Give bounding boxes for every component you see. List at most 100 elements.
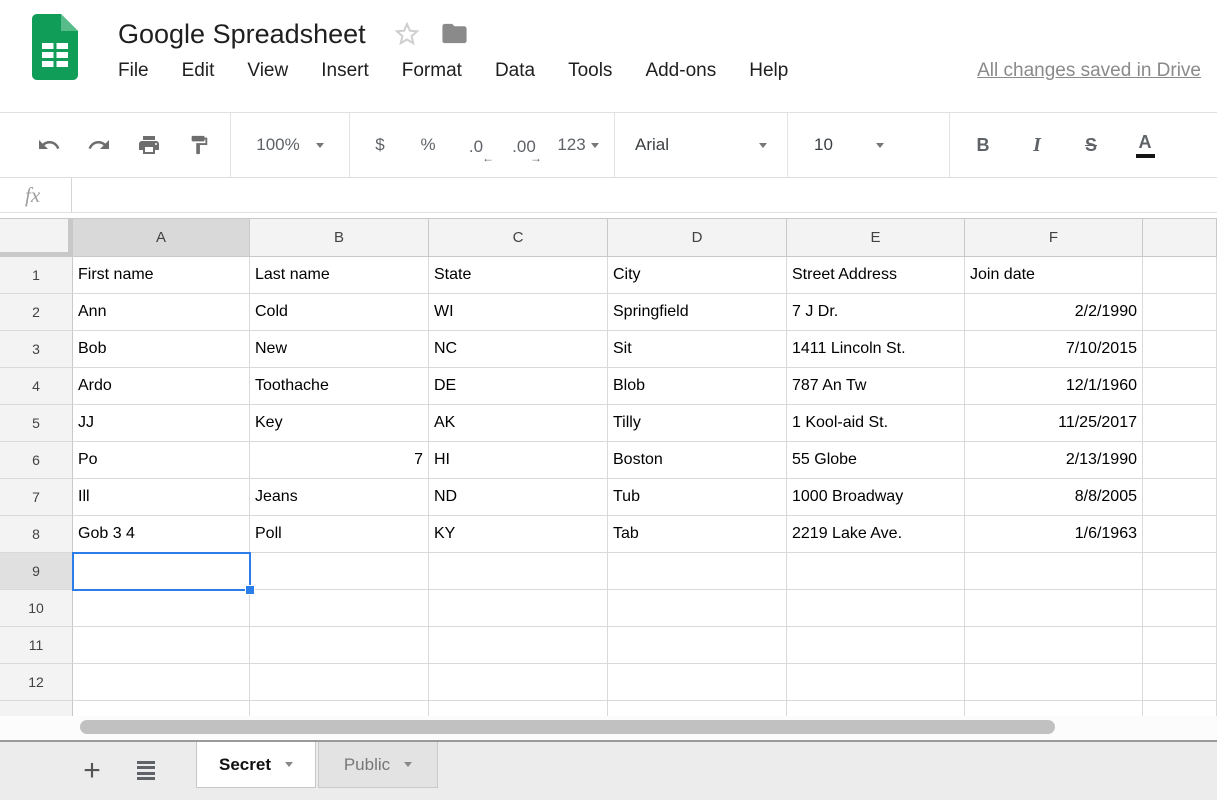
- cell-partial[interactable]: [608, 701, 787, 716]
- cell-e4[interactable]: 787 An Tw: [787, 368, 965, 405]
- font-size-select[interactable]: 10: [794, 123, 904, 167]
- horizontal-scrollbar-thumb[interactable]: [80, 720, 1055, 734]
- cell-f10[interactable]: [965, 590, 1143, 627]
- cell-c7[interactable]: ND: [429, 479, 608, 516]
- cell-c1[interactable]: State: [429, 257, 608, 294]
- cell-e12[interactable]: [787, 664, 965, 701]
- cell-d4[interactable]: Blob: [608, 368, 787, 405]
- all-sheets-button[interactable]: [126, 758, 166, 783]
- cell-c6[interactable]: HI: [429, 442, 608, 479]
- menu-item-add-ons[interactable]: Add-ons: [645, 60, 716, 82]
- cell-f8[interactable]: 1/6/1963: [965, 516, 1143, 553]
- sheet-tab-public[interactable]: Public: [318, 742, 438, 788]
- cell-b12[interactable]: [250, 664, 429, 701]
- redo-button[interactable]: [74, 123, 124, 167]
- cell-c9[interactable]: [429, 553, 608, 590]
- increase-decimals-button[interactable]: .00 →: [500, 123, 548, 167]
- menu-item-tools[interactable]: Tools: [568, 60, 612, 82]
- cell-d1[interactable]: City: [608, 257, 787, 294]
- cell-b7[interactable]: Jeans: [250, 479, 429, 516]
- cell-d7[interactable]: Tub: [608, 479, 787, 516]
- format-percent-button[interactable]: %: [404, 123, 452, 167]
- cell-d11[interactable]: [608, 627, 787, 664]
- column-header-a[interactable]: A: [73, 219, 250, 257]
- cell-f12[interactable]: [965, 664, 1143, 701]
- cell-a1[interactable]: First name: [73, 257, 250, 294]
- decrease-decimals-button[interactable]: .0 ←: [452, 123, 500, 167]
- text-color-button[interactable]: A: [1118, 123, 1172, 167]
- cell-d9[interactable]: [608, 553, 787, 590]
- cell-e5[interactable]: 1 Kool-aid St.: [787, 405, 965, 442]
- undo-button[interactable]: [24, 123, 74, 167]
- menu-item-help[interactable]: Help: [749, 60, 788, 82]
- menu-item-edit[interactable]: Edit: [182, 60, 215, 82]
- chevron-down-icon[interactable]: [404, 762, 412, 767]
- cell-a8[interactable]: Gob 3 4: [73, 516, 250, 553]
- cell-a12[interactable]: [73, 664, 250, 701]
- column-header-e[interactable]: E: [787, 219, 965, 257]
- strikethrough-button[interactable]: S: [1064, 123, 1118, 167]
- cell-a7[interactable]: Ill: [73, 479, 250, 516]
- italic-button[interactable]: I: [1010, 123, 1064, 167]
- cell-d2[interactable]: Springfield: [608, 294, 787, 331]
- row-header-6[interactable]: 6: [0, 442, 73, 479]
- cell-b10[interactable]: [250, 590, 429, 627]
- cell-f7[interactable]: 8/8/2005: [965, 479, 1143, 516]
- cell-b4[interactable]: Toothache: [250, 368, 429, 405]
- menu-item-data[interactable]: Data: [495, 60, 535, 82]
- cell-a5[interactable]: JJ: [73, 405, 250, 442]
- cell-f5[interactable]: 11/25/2017: [965, 405, 1143, 442]
- cell-a4[interactable]: Ardo: [73, 368, 250, 405]
- cell-a6[interactable]: Po: [73, 442, 250, 479]
- row-header-9[interactable]: 9: [0, 553, 73, 590]
- cell-f4[interactable]: 12/1/1960: [965, 368, 1143, 405]
- cell-c8[interactable]: KY: [429, 516, 608, 553]
- formula-input[interactable]: [72, 178, 1217, 212]
- move-to-folder-button[interactable]: [440, 19, 469, 49]
- cell-d6[interactable]: Boston: [608, 442, 787, 479]
- cell-f11[interactable]: [965, 627, 1143, 664]
- row-header-11[interactable]: 11: [0, 627, 73, 664]
- paint-format-button[interactable]: [174, 123, 224, 167]
- row-header-3[interactable]: 3: [0, 331, 73, 368]
- cell-b8[interactable]: Poll: [250, 516, 429, 553]
- cell-f9[interactable]: [965, 553, 1143, 590]
- row-header-1[interactable]: 1: [0, 257, 73, 294]
- cell-f6[interactable]: 2/13/1990: [965, 442, 1143, 479]
- more-formats-button[interactable]: 123: [548, 123, 608, 167]
- menu-item-insert[interactable]: Insert: [321, 60, 369, 82]
- column-header-c[interactable]: C: [429, 219, 608, 257]
- zoom-select[interactable]: 100%: [237, 123, 343, 167]
- cell-b6[interactable]: 7: [250, 442, 429, 479]
- cell-a2[interactable]: Ann: [73, 294, 250, 331]
- cell-c4[interactable]: DE: [429, 368, 608, 405]
- cell-c2[interactable]: WI: [429, 294, 608, 331]
- cell-e10[interactable]: [787, 590, 965, 627]
- cell-d5[interactable]: Tilly: [608, 405, 787, 442]
- cell-c12[interactable]: [429, 664, 608, 701]
- cell-d12[interactable]: [608, 664, 787, 701]
- menu-item-format[interactable]: Format: [402, 60, 462, 82]
- cell-e11[interactable]: [787, 627, 965, 664]
- row-header-8[interactable]: 8: [0, 516, 73, 553]
- row-header-2[interactable]: 2: [0, 294, 73, 331]
- row-header-10[interactable]: 10: [0, 590, 73, 627]
- cell-b3[interactable]: New: [250, 331, 429, 368]
- select-all-corner[interactable]: [0, 219, 73, 257]
- print-button[interactable]: [124, 123, 174, 167]
- cell-e6[interactable]: 55 Globe: [787, 442, 965, 479]
- cell-a10[interactable]: [73, 590, 250, 627]
- cell-d3[interactable]: Sit: [608, 331, 787, 368]
- cell-c5[interactable]: AK: [429, 405, 608, 442]
- cell-a9[interactable]: [73, 553, 250, 590]
- cell-a11[interactable]: [73, 627, 250, 664]
- menu-item-file[interactable]: File: [118, 60, 149, 82]
- font-family-select[interactable]: Arial: [621, 123, 781, 167]
- bold-button[interactable]: B: [956, 123, 1010, 167]
- saved-status-link[interactable]: All changes saved in Drive: [977, 60, 1201, 82]
- sheet-tab-secret[interactable]: Secret: [196, 742, 316, 788]
- menu-item-view[interactable]: View: [247, 60, 288, 82]
- cell-f1[interactable]: Join date: [965, 257, 1143, 294]
- cell-e2[interactable]: 7 J Dr.: [787, 294, 965, 331]
- cell-f3[interactable]: 7/10/2015: [965, 331, 1143, 368]
